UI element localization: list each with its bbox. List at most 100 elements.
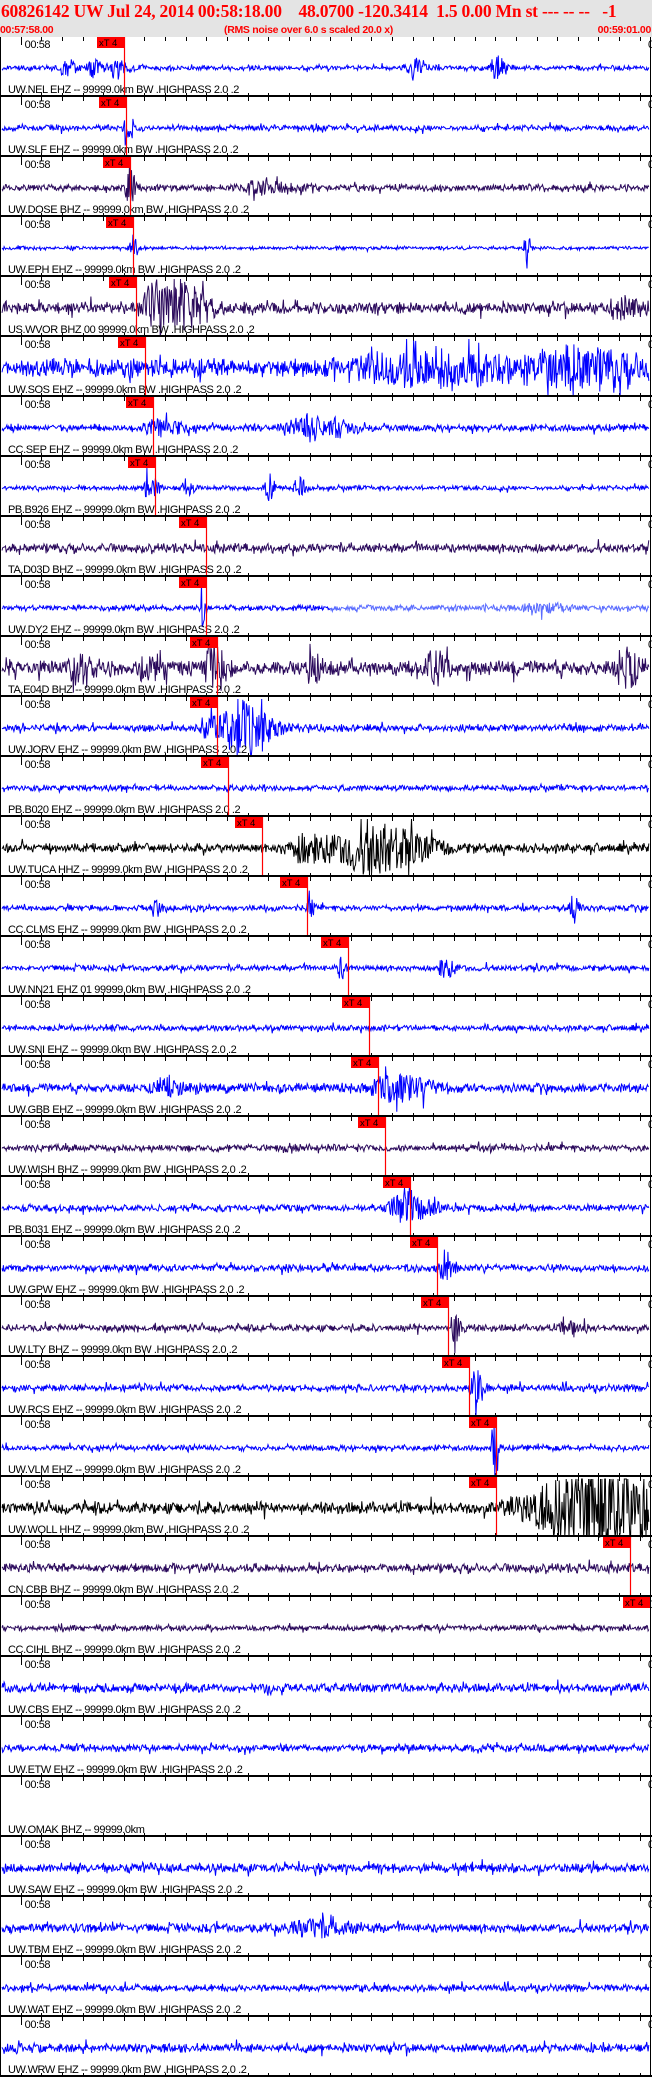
waveform [1,167,650,202]
minute-label: 00:58 [25,519,51,531]
right-label: 0 [648,519,652,531]
right-label: 0 [648,1959,652,1971]
seismogram-panel: 00:58 0 UW.NEL EHZ -- 99999.0km BW .HIGHPA… [0,37,652,2077]
pick-label: xT 4 [423,1298,441,1309]
pick-label: xT 4 [444,1358,462,1369]
station-label: CC.SEP EHZ -- 99999.0km BW .HIGHPASS 2.0… [8,444,238,456]
minute-label: 00:58 [25,159,51,171]
trace-10: 00:58 0 UW.DY2 EHZ -- 99999.0km BW .HIGHPA… [0,577,652,637]
right-label: 0 [648,939,652,951]
event-header: 60826142 UW Jul 24, 2014 00:58:18.00 48.… [0,0,652,37]
pick-label: xT 4 [192,638,210,649]
station-label: UW.WOLL HHZ -- 99999.0km BW .HIGHPASS 2.… [8,1524,249,1536]
station-label: UW.DY2 EHZ -- 99999.0km BW .HIGHPASS 2.0… [8,624,240,636]
trace-22: 00:58 0 UW.LTY BHZ -- 99999.0km BW .HIGHPA… [0,1297,652,1357]
trace-20: 00:58 0 PB.B031 EHZ -- 99999.0km BW .HIGHP… [0,1177,652,1237]
event-title: 60826142 UW Jul 24, 2014 00:58:18.00 48.… [1,1,617,21]
pick-label: xT 4 [471,1478,489,1489]
minute-label: 00:58 [25,1839,51,1851]
station-label: UW.WISH BHZ -- 99999.0km BW .HIGHPASS 2.… [8,1164,247,1176]
right-label: 0 [648,1359,652,1371]
trace-24: 00:58 0 UW.VLM EHZ -- 99999.0km BW .HIGHPA… [0,1417,652,1477]
trace-7: 00:58 0 CC.SEP EHZ -- 99999.0km BW .HIGHPA… [0,397,652,457]
station-label: UW.TBM EHZ -- 99999.0km BW .HIGHPASS 2.0… [8,1944,241,1956]
station-label: UW.SAW EHZ -- 99999.0km BW .HIGHPASS 2.0… [8,1884,243,1896]
minute-label: 00:58 [25,1479,51,1491]
station-label: UW.RCS EHZ -- 99999.0km BW .HIGHPASS 2.0… [8,1404,241,1416]
trace-23: 00:58 0 UW.RCS EHZ -- 99999.0km BW .HIGHPA… [0,1357,652,1418]
station-label: UW.LTY BHZ -- 99999.0km BW .HIGHPASS 2.0… [8,1344,237,1356]
waveform [1,539,650,557]
station-label: UW.WAT EHZ -- 99999.0km BW .HIGHPASS 2.0… [8,2004,241,2016]
pick-label: xT 4 [625,1598,643,1609]
trace-31: 00:58 0 UW.SAW EHZ -- 99999.0km BW .HIGHPA… [0,1837,652,1897]
waveform [1,1141,650,1155]
right-label: 0 [648,699,652,711]
minute-label: 00:58 [25,459,51,471]
minute-label: 00:58 [25,339,51,351]
pick-label: xT 4 [101,98,119,109]
end-time: 00:59:01.00 [597,24,652,36]
waveform [1,1912,650,1939]
right-label: 0 [648,1899,652,1911]
trace-11: 00:58 0 TA.E04D BHZ -- 99999.0km BW .HIGHP… [0,637,652,697]
pick-label: xT 4 [282,878,300,889]
minute-label: 00:58 [25,279,51,291]
pick-label: xT 4 [108,218,126,229]
station-label: UW.OMAK BHZ -- 99999.0km [8,1824,145,1836]
right-label: 0 [648,819,652,831]
station-label: CC.CIHL BHZ -- 99999.0km BW .HIGHPASS 2.… [8,1644,241,1656]
minute-label: 00:58 [25,879,51,891]
minute-label: 00:58 [25,759,51,771]
right-label: 0 [648,1179,652,1191]
right-label: 0 [648,1539,652,1551]
pick-label: xT 4 [111,278,129,289]
trace-33: 00:58 0 UW.WAT EHZ -- 99999.0km BW .HIGHPA… [0,1957,652,2017]
minute-label: 00:58 [25,999,51,1011]
right-label: 0 [648,399,652,411]
right-label: 0 [648,579,652,591]
right-label: 0 [648,1059,652,1071]
pick-label: xT 4 [105,158,123,169]
waveform [1,583,331,628]
trace-9: 00:58 0TA.D03D BHZ -- 99999.0km BW .HIGHP… [0,517,652,577]
minute-label: 00:58 [25,1359,51,1371]
right-label: 0 [648,879,652,891]
trace-13: 00:58 0 PB.B020 EHZ -- 99999.0km BW .HIGHP… [0,757,652,817]
right-label: 0 [648,1659,652,1671]
right-label: 0 [648,339,652,351]
station-label: UW.GPW EHZ -- 99999.0km BW .HIGHPASS 2.0… [8,1284,245,1296]
station-label: UW.GBB EHZ -- 99999.0km BW .HIGHPASS 2.0… [8,1104,242,1116]
pick-label: xT 4 [181,578,199,589]
station-label: UW.CBS EHZ -- 99999.0km BW .HIGHPASS 2.0… [8,1704,241,1716]
minute-label: 00:58 [25,1119,51,1131]
trace-27: 00:580CC.CIHL BHZ -- 99999.0km BW .HIGHP… [0,1597,652,1657]
station-label: CC.CLMS EHZ -- 99999.0km BW .HIGHPASS 2.… [8,924,247,936]
waveform [1,412,650,443]
scaling-note: (RMS noise over 6.0 s scaled 20.0 x) [224,24,393,36]
waveform [1,2039,650,2057]
trace-2: 00:58 0 UW.SLF EHZ -- 99999.0km BW .HIGHPA… [0,97,652,157]
waveform [1,1859,650,1877]
right-label: 0 [648,1299,652,1311]
station-label: CN.CBB BHZ -- 99999.0km BW .HIGHPASS 2.0… [8,1584,239,1596]
right-label: 0 [648,2019,652,2031]
trace-28: 00:58 0 UW.CBS EHZ -- 99999.0km BW .HIGHPA… [0,1657,652,1717]
right-label: 0 [648,219,652,231]
pick-label: xT 4 [323,938,341,949]
waveform [1,55,650,81]
pick-label: xT 4 [120,338,138,349]
minute-label: 00:58 [25,699,51,711]
pick-label: xT 4 [385,1178,403,1189]
pick-label: xT 4 [360,1118,378,1129]
minute-label: 00:58 [25,939,51,951]
station-label: UW.NEL EHZ -- 99999.0km BW .HIGHPASS 2.0… [8,84,239,96]
right-label: 0 [648,279,652,291]
waveform [1,1186,650,1223]
minute-label: 00:58 [25,579,51,591]
trace-30: 00:58 0 UW.OMAK BHZ -- 99999.0km [0,1777,652,1837]
right-label: 0 [648,639,652,651]
trace-14: 00:58 0 UW.TUCA HHZ -- 99999.0km BW .HIGHP… [0,817,652,877]
right-label: 0 [648,1719,652,1731]
station-label: PB.B031 EHZ -- 99999.0km BW .HIGHPASS 2.… [8,1224,241,1236]
